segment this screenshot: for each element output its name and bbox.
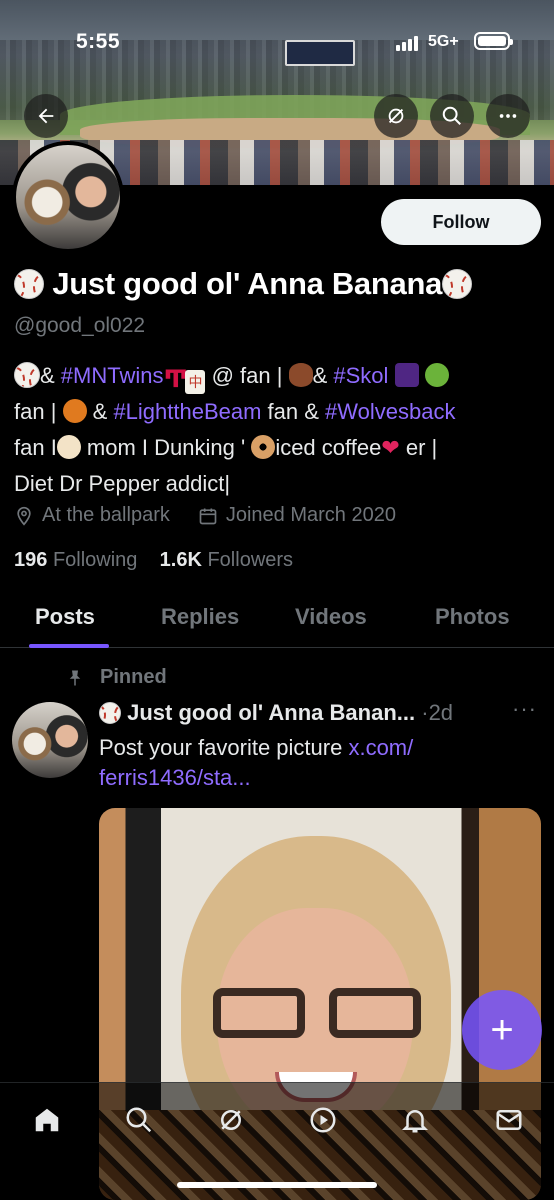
post-avatar[interactable] xyxy=(12,702,88,778)
status-time: 5:55 xyxy=(76,30,121,53)
bio-text: & xyxy=(312,363,334,388)
signal-icon xyxy=(396,36,418,51)
location-icon xyxy=(17,506,31,526)
hashtag-wolvesback[interactable]: #Wolvesback xyxy=(325,399,455,424)
bio-text: & xyxy=(40,363,61,388)
following-count: 196 xyxy=(14,549,48,571)
follow-counts: 196 Following 1.6K Followers xyxy=(14,549,293,572)
post-time: 2d xyxy=(428,700,454,725)
basketball-emoji xyxy=(62,399,87,423)
back-button[interactable] xyxy=(24,94,68,138)
mahjong-icon: 中 xyxy=(185,370,206,394)
battery-icon xyxy=(474,32,513,50)
bio-text: fan | xyxy=(14,399,63,424)
post-author[interactable]: Just good ol' Anna Banan... xyxy=(127,700,415,725)
followers-link[interactable]: 1.6K Followers xyxy=(160,549,293,571)
profile-bio: & #MNTwinsͲ中 @ fan | & #Skol fan | & #Li… xyxy=(14,358,544,502)
donut-emoji xyxy=(251,435,276,459)
following-link[interactable]: 196 Following xyxy=(14,549,137,571)
heart-emoji: ❤ xyxy=(381,435,400,460)
post-text: Post your favorite picture x.com/ ferris… xyxy=(99,733,539,793)
bio-text: fan I xyxy=(14,435,57,460)
dog-emoji xyxy=(56,435,81,459)
follow-button[interactable]: Follow xyxy=(381,199,541,245)
pinned-label: Pinned xyxy=(100,666,167,688)
compose-button[interactable]: + xyxy=(462,990,542,1070)
home-indicator xyxy=(177,1182,377,1188)
more-button[interactable] xyxy=(486,94,530,138)
hashtag-mntwins[interactable]: #MNTwins xyxy=(61,363,164,388)
active-tab-indicator xyxy=(29,644,109,648)
bio-text: iced coffee xyxy=(275,435,382,460)
post-more-button[interactable]: ··· xyxy=(512,696,537,722)
post-separator: · xyxy=(421,700,429,725)
tab-photos[interactable]: Photos xyxy=(435,604,510,630)
profile-tabs: Posts Replies Videos Photos xyxy=(0,592,554,648)
baseball-emoji xyxy=(14,362,40,388)
profile-joined: Joined March 2020 xyxy=(225,504,396,526)
football-emoji xyxy=(288,363,313,387)
profile-name-text: Just good ol' Anna Banana xyxy=(52,266,443,301)
photo-glasses xyxy=(213,988,421,1040)
home-icon[interactable] xyxy=(30,1103,64,1137)
grok-button[interactable] xyxy=(374,94,418,138)
grok-icon xyxy=(388,108,404,124)
tab-videos[interactable]: Videos xyxy=(295,604,367,630)
bio-text: Diet Dr Pepper addict| xyxy=(14,471,231,496)
post-header: Just good ol' Anna Banan... ·2d xyxy=(99,700,453,726)
profile-name: Just good ol' Anna Banana xyxy=(14,266,473,302)
dragon-emoji xyxy=(424,363,449,387)
network-label: 5G+ xyxy=(428,33,459,50)
bio-text: fan & xyxy=(261,399,326,424)
notifications-icon[interactable] xyxy=(398,1103,432,1137)
twins-logo-icon: Ͳ xyxy=(163,366,189,393)
followers-label: Followers xyxy=(207,549,294,571)
profile-meta: At the ballpark Joined March 2020 xyxy=(14,504,396,527)
calendar-icon xyxy=(199,508,217,524)
hashtag-lightthebeam[interactable]: #LighttheBeam xyxy=(113,399,261,424)
tab-posts[interactable]: Posts xyxy=(35,604,95,630)
grok-icon[interactable] xyxy=(214,1103,248,1137)
vikings-logo-icon xyxy=(394,363,419,387)
followers-count: 1.6K xyxy=(159,549,202,571)
hashtag-skol[interactable]: #Skol xyxy=(333,363,388,388)
profile-handle: @good_ol022 xyxy=(14,314,146,337)
search-button[interactable] xyxy=(430,94,474,138)
following-label: Following xyxy=(52,549,138,571)
pin-icon xyxy=(69,670,81,685)
post-body: Post your favorite picture xyxy=(99,735,349,760)
pinned-indicator: Pinned xyxy=(66,666,167,689)
status-bar: 5:55 5G+ xyxy=(0,0,554,88)
baseball-emoji xyxy=(99,702,121,724)
tab-replies[interactable]: Replies xyxy=(161,604,239,630)
search-icon xyxy=(442,106,461,125)
profile-avatar[interactable] xyxy=(12,141,124,253)
more-icon xyxy=(499,114,517,118)
baseball-emoji xyxy=(442,269,473,299)
bio-text: er | xyxy=(399,435,438,460)
baseball-emoji xyxy=(14,269,44,299)
bio-text: @ fan | xyxy=(205,363,289,388)
spaces-icon[interactable] xyxy=(306,1103,340,1137)
bio-text: mom I Dunking ' xyxy=(80,435,246,460)
back-arrow-icon xyxy=(38,108,54,124)
search-icon[interactable] xyxy=(122,1103,156,1137)
profile-location: At the ballpark xyxy=(42,504,170,526)
messages-icon[interactable] xyxy=(492,1103,526,1137)
bio-text: & xyxy=(86,399,114,424)
